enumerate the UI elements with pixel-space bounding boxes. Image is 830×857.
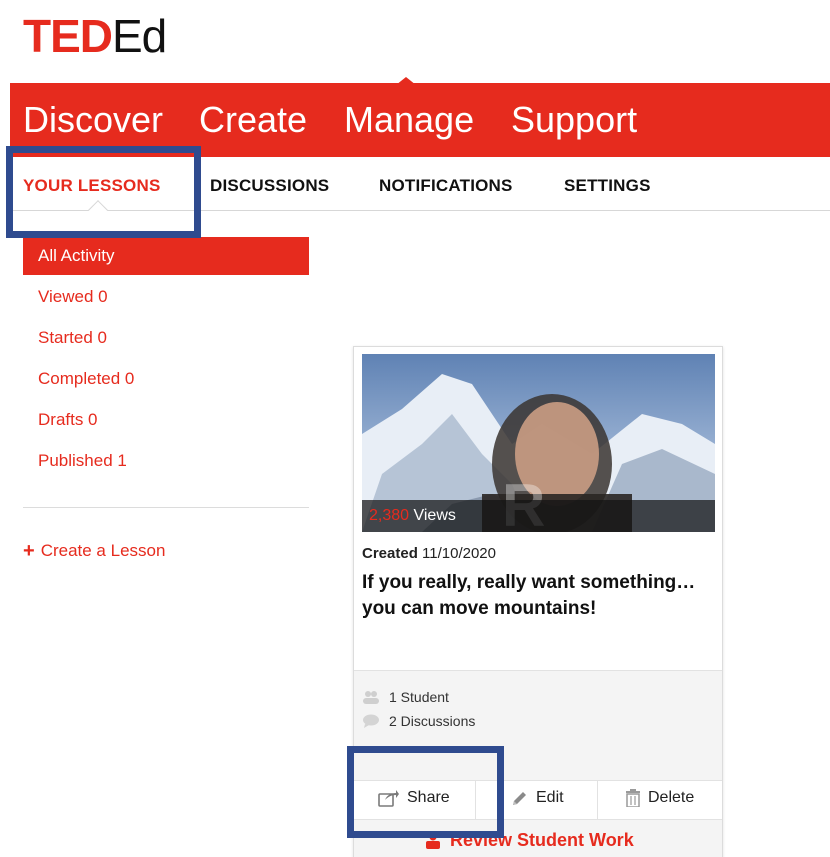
students-icon [363, 691, 379, 704]
tab-discussions[interactable]: DISCUSSIONS [210, 176, 329, 196]
delete-label: Delete [648, 789, 695, 806]
speech-bubble-icon [363, 714, 379, 728]
sub-nav-divider [10, 210, 830, 211]
plus-icon: + [23, 540, 35, 562]
views-label: Views [409, 507, 456, 524]
review-student-work-button[interactable]: Review Student Work [424, 830, 634, 851]
nav-manage[interactable]: Manage [344, 98, 474, 142]
create-lesson-link[interactable]: + Create a Lesson [23, 541, 165, 561]
create-lesson-label: Create a Lesson [40, 541, 166, 560]
main-nav-indicator [396, 77, 416, 85]
share-label: Share [407, 789, 450, 806]
students-stat: 1 Student [362, 689, 449, 705]
discussions-stat: 2 Discussions [362, 713, 475, 729]
sidebar-item-published[interactable]: Published 1 [38, 451, 127, 471]
ted-ed-logo[interactable]: TED Ed [23, 10, 167, 62]
delete-button[interactable]: Delete [625, 789, 694, 807]
sidebar-item-completed[interactable]: Completed 0 [38, 369, 134, 389]
sidebar-divider [23, 507, 309, 508]
nav-support[interactable]: Support [511, 98, 637, 142]
review-label: Review Student Work [450, 830, 634, 850]
sub-nav-active-caret [88, 200, 108, 220]
sidebar-item-started[interactable]: Started 0 [38, 328, 107, 348]
action-separator [597, 780, 598, 820]
student-icon [426, 833, 440, 849]
trash-icon [626, 789, 640, 807]
tab-your-lessons[interactable]: YOUR LESSONS [23, 176, 160, 196]
students-count: 1 Student [389, 689, 449, 705]
share-icon [378, 790, 399, 807]
tab-settings[interactable]: SETTINGS [564, 176, 651, 196]
discussions-count: 2 Discussions [389, 713, 476, 729]
action-separator [475, 780, 476, 820]
views-count: 2,380 Views [369, 507, 456, 525]
nav-discover[interactable]: Discover [23, 98, 163, 142]
tab-notifications[interactable]: NOTIFICATIONS [379, 176, 513, 196]
lesson-title[interactable]: If you really, really want something… yo… [362, 570, 707, 622]
sidebar-item-viewed[interactable]: Viewed 0 [38, 287, 108, 307]
views-number: 2,380 [369, 507, 410, 524]
created-date: Created 11/10/2020 [362, 545, 496, 562]
pencil-icon [513, 792, 526, 805]
edit-label: Edit [536, 789, 564, 806]
logo-ted-text: TED [23, 10, 113, 62]
share-button[interactable]: Share [378, 789, 450, 807]
nav-create[interactable]: Create [199, 98, 307, 142]
sidebar-item-drafts[interactable]: Drafts 0 [38, 410, 98, 430]
logo-ed-text: Ed [112, 10, 167, 62]
sidebar-item-all-activity[interactable]: All Activity [38, 246, 115, 266]
created-value: 11/10/2020 [417, 545, 496, 562]
edit-button[interactable]: Edit [511, 789, 564, 807]
created-label: Created [362, 545, 418, 562]
